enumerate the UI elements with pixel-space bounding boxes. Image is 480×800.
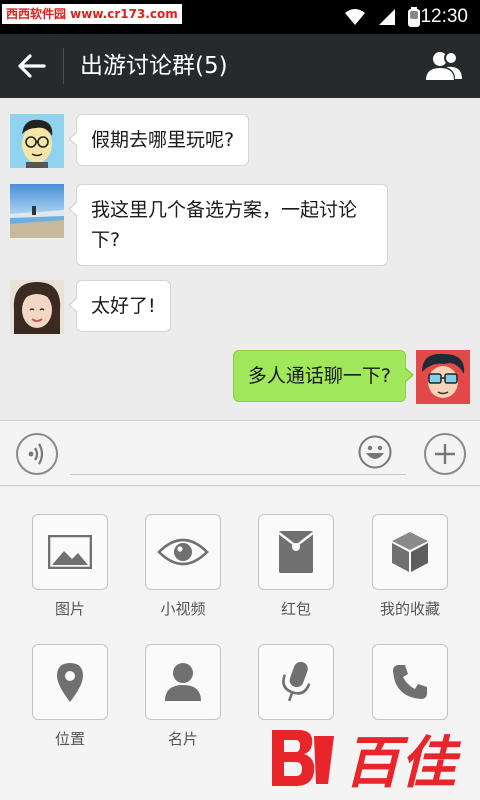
- tool-label: 位置: [54, 730, 85, 748]
- red-packet-icon: [278, 531, 314, 573]
- more-button[interactable]: [424, 433, 466, 475]
- tool-image[interactable]: 图片: [32, 514, 108, 619]
- tool-card[interactable]: 名片: [145, 644, 221, 749]
- eye-icon: [157, 538, 209, 566]
- phone-icon: [393, 665, 427, 699]
- title-bar: 出游讨论群(5): [0, 34, 480, 98]
- message-input[interactable]: [70, 435, 406, 475]
- tool-favorites[interactable]: 我的收藏: [372, 514, 448, 619]
- wifi-icon: [345, 9, 365, 25]
- microphone-icon: [282, 661, 311, 702]
- plus-icon: [435, 444, 455, 464]
- tool-voice-input[interactable]: [258, 644, 334, 728]
- status-icons: [344, 7, 420, 27]
- battery-icon: [408, 7, 420, 27]
- message-bubble-self[interactable]: 多人通话聊一下?: [232, 350, 415, 402]
- tool-label: 小视频: [160, 600, 206, 618]
- avatar-girl-photo[interactable]: [10, 280, 64, 334]
- location-pin-icon: [57, 663, 83, 702]
- avatar-glasses-man[interactable]: [10, 114, 64, 168]
- tool-label: 名片: [167, 730, 198, 748]
- cube-icon: [392, 532, 428, 572]
- message-bubble[interactable]: 我这里几个备选方案，一起讨论下?: [68, 184, 388, 266]
- tool-short-video[interactable]: 小视频: [145, 514, 221, 619]
- voice-icon: [28, 443, 44, 465]
- signal-icon: [379, 9, 395, 25]
- page-title: 出游讨论群(5): [80, 53, 228, 79]
- chat-area[interactable]: 假期去哪里玩呢? 我这里几个备选方案，一起讨论下? 太好了! 多人通话聊一下?: [0, 98, 480, 420]
- tool-label: 红包: [280, 600, 311, 618]
- message-bubble[interactable]: 太好了!: [68, 280, 171, 332]
- tool-label: 我的收藏: [379, 600, 440, 618]
- clock: 12:30: [420, 6, 468, 27]
- tool-red-packet[interactable]: 红包: [258, 514, 334, 619]
- title-divider: [63, 48, 64, 84]
- status-bar: 西西软件园 www.cr173.com 12:30: [0, 0, 480, 34]
- brand-logo: 百佳: [268, 722, 468, 796]
- input-bar: [0, 420, 480, 486]
- watermark-text: 西西软件园 www.cr173.com: [2, 4, 182, 24]
- image-icon: [48, 535, 92, 569]
- brand-text: 百佳: [344, 731, 462, 792]
- avatar-self[interactable]: [416, 350, 470, 404]
- tool-label: 图片: [54, 600, 85, 618]
- tool-call[interactable]: [372, 644, 448, 728]
- avatar-lake-photo[interactable]: [10, 184, 64, 238]
- person-icon: [165, 663, 201, 701]
- emoji-icon[interactable]: [358, 435, 392, 469]
- tool-location[interactable]: 位置: [32, 644, 108, 749]
- voice-input-button[interactable]: [16, 433, 58, 475]
- back-arrow-icon[interactable]: [14, 50, 50, 82]
- message-bubble[interactable]: 假期去哪里玩呢?: [67, 114, 250, 166]
- group-members-icon[interactable]: [424, 48, 464, 84]
